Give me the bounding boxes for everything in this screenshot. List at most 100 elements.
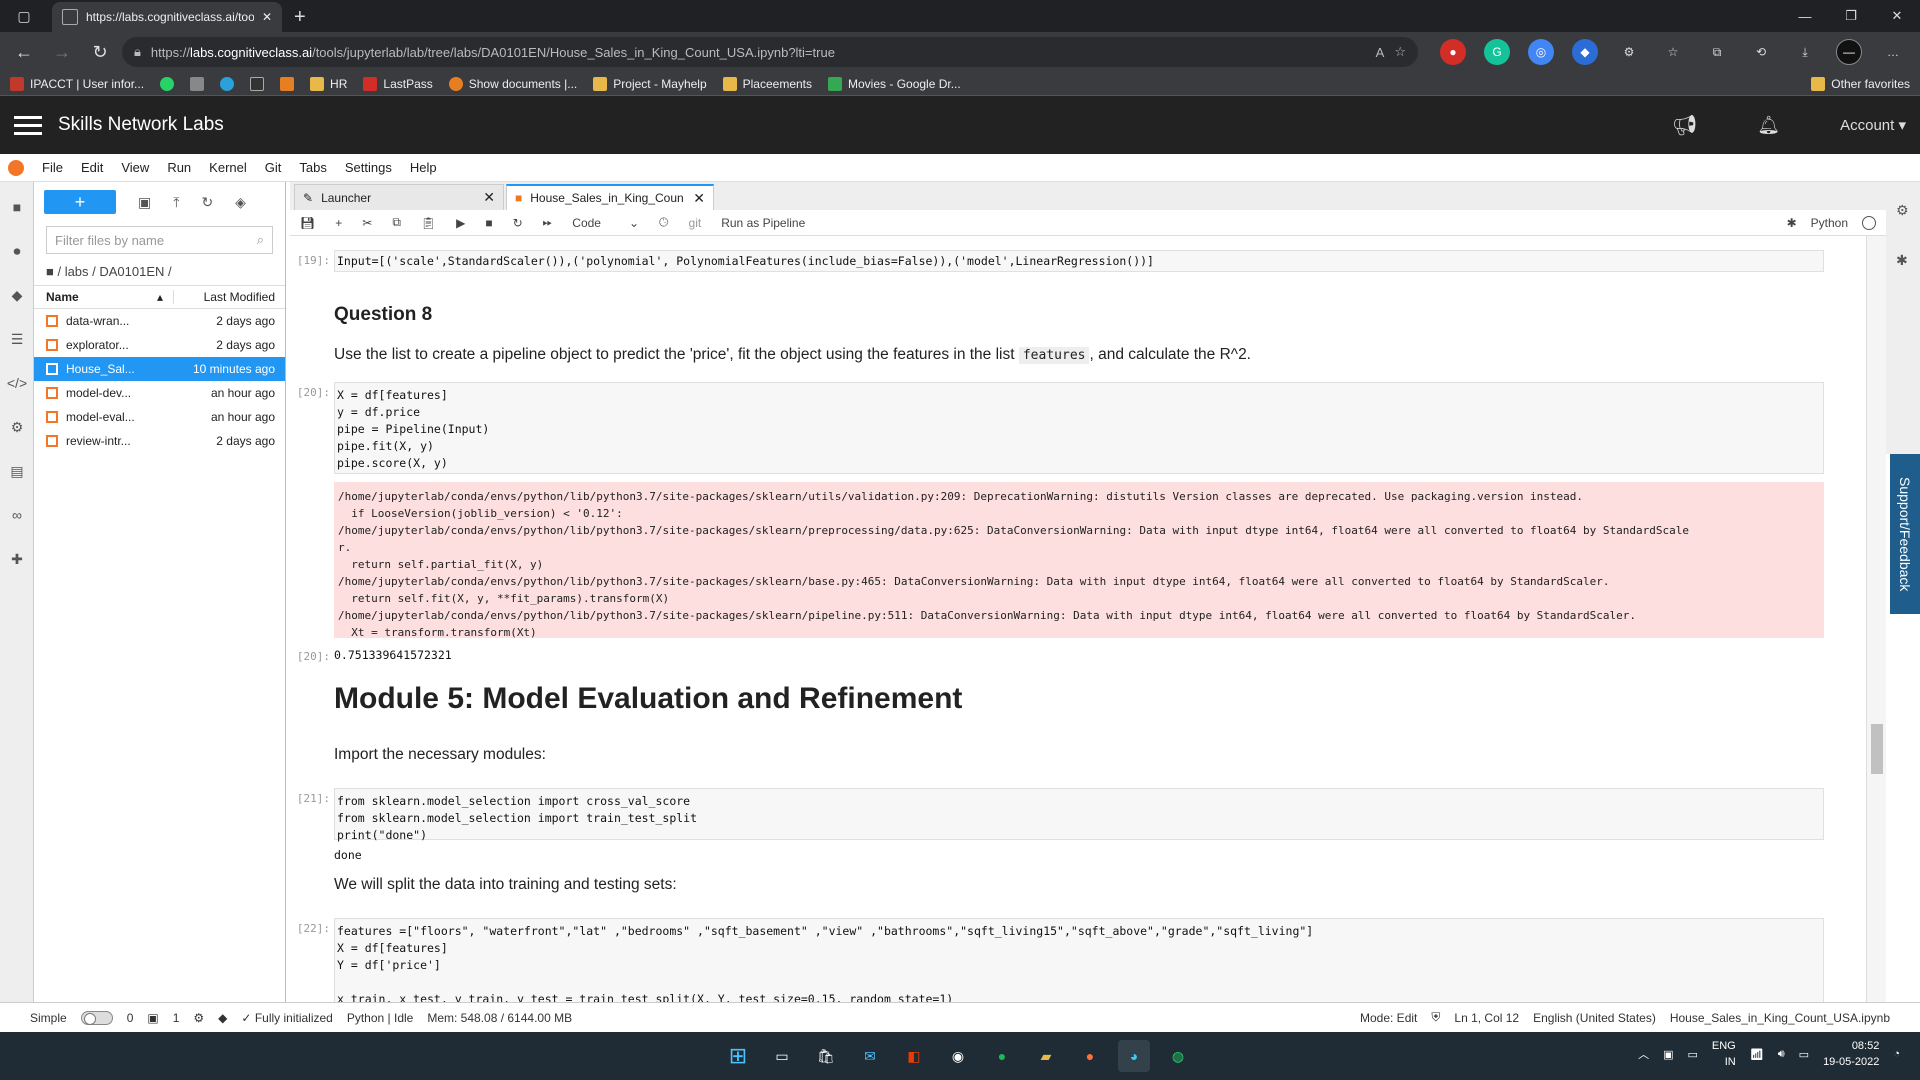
extension-profile-icon[interactable]: ◆ [1572, 39, 1598, 65]
new-folder-icon[interactable]: ▣ [138, 194, 151, 211]
wifi-icon[interactable]: 📶︎ [1750, 1048, 1764, 1061]
paste-icon[interactable]: 📋︎ [421, 216, 436, 230]
new-launcher-button[interactable]: + [44, 190, 116, 214]
tab-launcher[interactable]: ✎ Launcher ✕ [294, 184, 504, 210]
menu-edit[interactable]: Edit [81, 160, 103, 175]
downloads-icon[interactable]: ⤓ [1792, 39, 1818, 65]
clock-icon[interactable]: 🕓︎ [659, 215, 669, 230]
minimize-button[interactable]: — [1782, 0, 1828, 32]
menu-kernel[interactable]: Kernel [209, 160, 247, 175]
new-tab-button[interactable]: + [282, 2, 318, 32]
stop-icon[interactable]: ■ [485, 216, 492, 230]
favorites-icon[interactable]: ☆ [1660, 39, 1686, 65]
terminals-count[interactable]: 0 [127, 1011, 134, 1025]
running-kernels-icon[interactable]: ⏺ [8, 242, 26, 260]
system-clock[interactable]: 08:52 19-05-2022 [1823, 1038, 1879, 1070]
volume-icon[interactable]: 🔊︎ [1778, 1048, 1785, 1061]
other-favorites[interactable]: Other favorites [1811, 76, 1910, 91]
extension-blue-icon[interactable]: ◎ [1528, 39, 1554, 65]
code-cell[interactable]: features =["floors", "waterfront","lat" … [334, 918, 1824, 1002]
menu-file[interactable]: File [42, 160, 63, 175]
extensions-icon[interactable]: ⚙ [1616, 39, 1642, 65]
bookmark-item[interactable] [160, 76, 175, 91]
cursor-position[interactable]: Ln 1, Col 12 [1454, 1011, 1519, 1025]
edge-icon[interactable]: ◕ [1118, 1040, 1150, 1072]
scrollbar-thumb[interactable] [1871, 724, 1883, 774]
menu-help[interactable]: Help [410, 160, 437, 175]
favorite-star-icon[interactable]: ☆ [1394, 44, 1406, 60]
simple-mode-toggle[interactable] [80, 1010, 113, 1025]
file-row[interactable]: explorator... 2 days ago [34, 333, 285, 357]
collections-icon[interactable]: ⧉ [1704, 39, 1730, 65]
lsp-status[interactable]: ✓ Fully initialized [241, 1011, 332, 1025]
git-icon[interactable]: ◆ [8, 286, 26, 304]
mail-icon[interactable]: ✉ [854, 1040, 886, 1072]
notebook-scrollbar[interactable] [1866, 236, 1886, 1002]
folder-icon[interactable]: ■ [8, 198, 26, 216]
bookmark-item[interactable]: IPACCT | User infor... [10, 76, 144, 91]
refresh-icon[interactable]: ↻ [201, 194, 213, 211]
code-cell[interactable]: Input=[('scale',StandardScaler()),('poly… [334, 250, 1824, 272]
insert-cell-icon[interactable]: + [335, 216, 342, 230]
close-tab-icon[interactable]: ✕ [483, 189, 495, 206]
menu-run[interactable]: Run [167, 160, 191, 175]
bookmark-item[interactable] [280, 76, 295, 91]
fast-forward-icon[interactable]: ⏩︎ [543, 215, 553, 230]
code-snippets-icon[interactable]: </> [7, 374, 27, 392]
store-icon[interactable]: 🛍︎ [810, 1040, 842, 1072]
bookmark-item[interactable] [190, 76, 205, 91]
extension-lastpass-icon[interactable]: ● [1440, 39, 1466, 65]
elyra-icon[interactable]: ∞ [8, 506, 26, 524]
close-window-button[interactable]: ✕ [1874, 0, 1920, 32]
windows-start-icon[interactable]: ⊞ [722, 1040, 754, 1072]
restore-button[interactable]: ❐ [1828, 0, 1874, 32]
kernel-status[interactable]: Python | Idle [347, 1011, 414, 1025]
forward-button[interactable]: → [46, 36, 78, 68]
file-row[interactable]: data-wran... 2 days ago [34, 309, 285, 333]
debug-icon[interactable]: ✱ [1787, 216, 1797, 230]
kernel-name[interactable]: Python [1811, 216, 1848, 230]
bookmark-item[interactable]: Show documents |... [448, 76, 577, 91]
input-language[interactable]: ENG IN [1712, 1038, 1736, 1070]
git-status-icon[interactable]: ◆ [218, 1011, 227, 1025]
column-name-header[interactable]: Name ▴ [34, 290, 174, 304]
bookmark-item[interactable]: Movies - Google Dr... [828, 76, 961, 91]
copy-icon[interactable]: ⧉ [392, 215, 401, 230]
close-tab-icon[interactable]: ✕ [693, 190, 705, 207]
back-button[interactable]: ← [8, 36, 40, 68]
firefox-icon[interactable]: ● [1074, 1040, 1106, 1072]
cut-icon[interactable]: ✂ [362, 216, 372, 230]
column-modified-header[interactable]: Last Modified [174, 290, 285, 304]
profile-avatar[interactable]: — [1836, 39, 1862, 65]
upload-icon[interactable]: ⤒ [173, 194, 179, 211]
support-feedback-button[interactable]: Support/Feedback [1890, 454, 1920, 614]
extensions-puzzle-icon[interactable]: ✚ [8, 550, 26, 568]
spotify-icon[interactable]: ● [986, 1040, 1018, 1072]
run-icon[interactable]: ▶ [456, 216, 465, 230]
file-explorer-icon[interactable]: ▰ [1030, 1040, 1062, 1072]
debugger-icon[interactable]: ✱ [1896, 252, 1908, 269]
hamburger-menu-icon[interactable] [14, 115, 42, 135]
file-row[interactable]: model-dev... an hour ago [34, 381, 285, 405]
tray-chevron-icon[interactable]: ︿ [1638, 1046, 1649, 1062]
steam-icon[interactable]: ◉ [942, 1040, 974, 1072]
spellcheck-language[interactable]: English (United States) [1533, 1011, 1656, 1025]
code-cell[interactable]: from sklearn.model_selection import cros… [334, 788, 1824, 842]
restart-icon[interactable]: ↻ [513, 216, 523, 230]
code-cell[interactable]: X = df[features] y = df.price pipe = Pip… [334, 382, 1824, 474]
tab-notebook[interactable]: ■ House_Sales_in_King_Coun ✕ [506, 184, 714, 210]
file-row[interactable]: model-eval... an hour ago [34, 405, 285, 429]
url-field[interactable]: 🔒︎ https://labs.cognitiveclass.ai/tools/… [122, 37, 1418, 67]
history-icon[interactable]: ⟲ [1748, 39, 1774, 65]
notification-bell-icon[interactable]: 🔔︎ [1757, 115, 1780, 136]
tray-window-icon[interactable]: ▭ [1688, 1048, 1698, 1061]
bookmark-item[interactable]: LastPass [363, 76, 433, 91]
breadcrumb[interactable]: ■ / labs / DA0101EN / [34, 258, 285, 285]
run-as-pipeline-button[interactable]: Run as Pipeline [721, 216, 805, 230]
cell-type-select[interactable]: Code ⌄ [572, 216, 639, 230]
tray-app-icon[interactable]: ▣ [1663, 1048, 1673, 1061]
task-view-icon[interactable]: ▭ [766, 1040, 798, 1072]
window-menu-icon[interactable]: ▢ [0, 0, 48, 32]
git-clone-icon[interactable]: ◈ [235, 194, 246, 211]
battery-icon[interactable]: ▭ [1799, 1048, 1809, 1061]
